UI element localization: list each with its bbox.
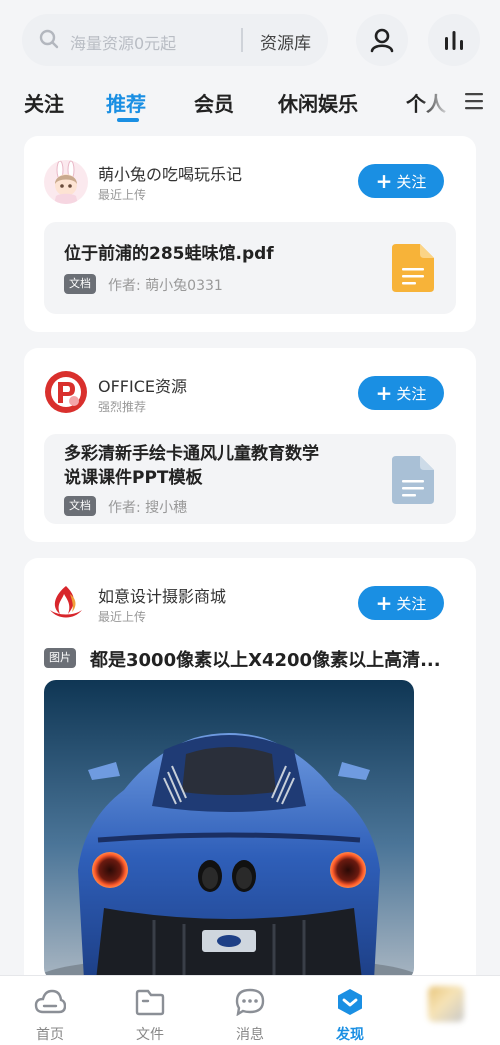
- search-icon: [39, 29, 59, 49]
- follow-button[interactable]: + 关注: [358, 586, 444, 620]
- top-bar: 海量资源0元起 资源库: [0, 0, 500, 78]
- resource-library-link[interactable]: 资源库: [260, 29, 311, 54]
- office-logo-icon: [45, 371, 87, 413]
- category-tabs: 关注 推荐 会员 休闲娱乐 个人: [0, 78, 500, 128]
- avatar[interactable]: [44, 160, 88, 204]
- follow-button[interactable]: + 关注: [358, 376, 444, 410]
- ppt-file-icon: [392, 456, 434, 504]
- post-title[interactable]: 都是3000像素以上X4200像素以上高清...: [90, 646, 441, 672]
- nav-discover-label: 发现: [336, 1027, 364, 1043]
- post-image[interactable]: [44, 680, 414, 980]
- author-name[interactable]: 萌小兔の吃喝玩乐记: [98, 161, 242, 185]
- ruyi-flame-logo-icon: [50, 586, 82, 618]
- tab-vip[interactable]: 会员: [194, 88, 234, 117]
- blue-sports-car-image: [44, 680, 414, 980]
- nav-messages-label: 消息: [236, 1027, 264, 1043]
- plus-icon: +: [375, 381, 393, 405]
- bottom-navigation: 首页 文件 消息 发现: [0, 975, 500, 1045]
- menu-icon[interactable]: [464, 92, 484, 110]
- user-icon: [370, 28, 394, 53]
- nav-messages[interactable]: 消息: [210, 976, 290, 1045]
- plus-icon: +: [375, 169, 393, 193]
- author-subtitle: 最近上传: [98, 610, 147, 624]
- search-divider: [241, 28, 243, 52]
- follow-label: 关注: [396, 172, 427, 191]
- feed-card[interactable]: 萌小兔の吃喝玩乐记 最近上传 + 关注 位于前浦的285蛙味馆.pdf 文档 作…: [24, 136, 476, 332]
- author-name[interactable]: 如意设计摄影商城: [98, 583, 226, 607]
- document-title-line-1[interactable]: 多彩清新手绘卡通风儿童教育数学: [64, 442, 319, 466]
- search-placeholder: 海量资源0元起: [70, 34, 177, 53]
- tab-leisure[interactable]: 休闲娱乐: [278, 88, 358, 117]
- document-author: 作者: 搜小穗: [108, 500, 188, 516]
- document-item[interactable]: 位于前浦的285蛙味馆.pdf 文档 作者: 萌小兔0331: [44, 222, 456, 314]
- feed-card[interactable]: 如意设计摄影商城 最近上传 + 关注 图片 都是3000像素以上X4200像素以…: [24, 558, 476, 998]
- document-title[interactable]: 位于前浦的285蛙味馆.pdf: [64, 242, 274, 266]
- bar-chart-icon: [445, 31, 463, 50]
- chat-icon: [235, 988, 265, 1016]
- active-tab-indicator: [117, 118, 139, 122]
- follow-button[interactable]: + 关注: [358, 164, 444, 198]
- follow-label: 关注: [396, 384, 427, 403]
- profile-button[interactable]: [356, 14, 408, 66]
- cloud-icon: [34, 989, 66, 1014]
- bunny-girl-avatar-icon: [54, 160, 78, 204]
- tab-follow[interactable]: 关注: [24, 88, 64, 117]
- document-title-line-2[interactable]: 说课课件PPT模板: [64, 466, 203, 490]
- document-author: 作者: 萌小兔0331: [108, 278, 223, 294]
- feed-card[interactable]: OFFICE资源 强烈推荐 + 关注 多彩清新手绘卡通风儿童教育数学 说课课件P…: [24, 348, 476, 542]
- nav-files-label: 文件: [136, 1027, 164, 1043]
- folder-icon: [135, 989, 165, 1016]
- type-badge: 文档: [64, 496, 96, 516]
- tab-recommend[interactable]: 推荐: [106, 88, 146, 117]
- nav-discover[interactable]: 发现: [310, 976, 390, 1045]
- nav-files[interactable]: 文件: [110, 976, 190, 1045]
- author-name[interactable]: OFFICE资源: [98, 373, 187, 397]
- search-bar[interactable]: 海量资源0元起 资源库: [22, 14, 328, 66]
- document-item[interactable]: 多彩清新手绘卡通风儿童教育数学 说课课件PPT模板 文档 作者: 搜小穗: [44, 434, 456, 524]
- plus-icon: +: [375, 591, 393, 615]
- nav-home[interactable]: 首页: [10, 976, 90, 1045]
- stats-button[interactable]: [428, 14, 480, 66]
- author-subtitle: 最近上传: [98, 188, 147, 202]
- tabs-fade: [420, 78, 462, 128]
- type-badge: 图片: [44, 648, 76, 668]
- discover-icon: [338, 989, 362, 1015]
- nav-home-label: 首页: [36, 1027, 64, 1043]
- avatar[interactable]: [44, 580, 88, 624]
- type-badge: 文档: [64, 274, 96, 294]
- follow-label: 关注: [396, 594, 427, 613]
- author-subtitle: 强烈推荐: [98, 400, 147, 414]
- avatar[interactable]: [428, 986, 464, 1022]
- pdf-file-icon: [392, 244, 434, 292]
- avatar[interactable]: [44, 370, 88, 414]
